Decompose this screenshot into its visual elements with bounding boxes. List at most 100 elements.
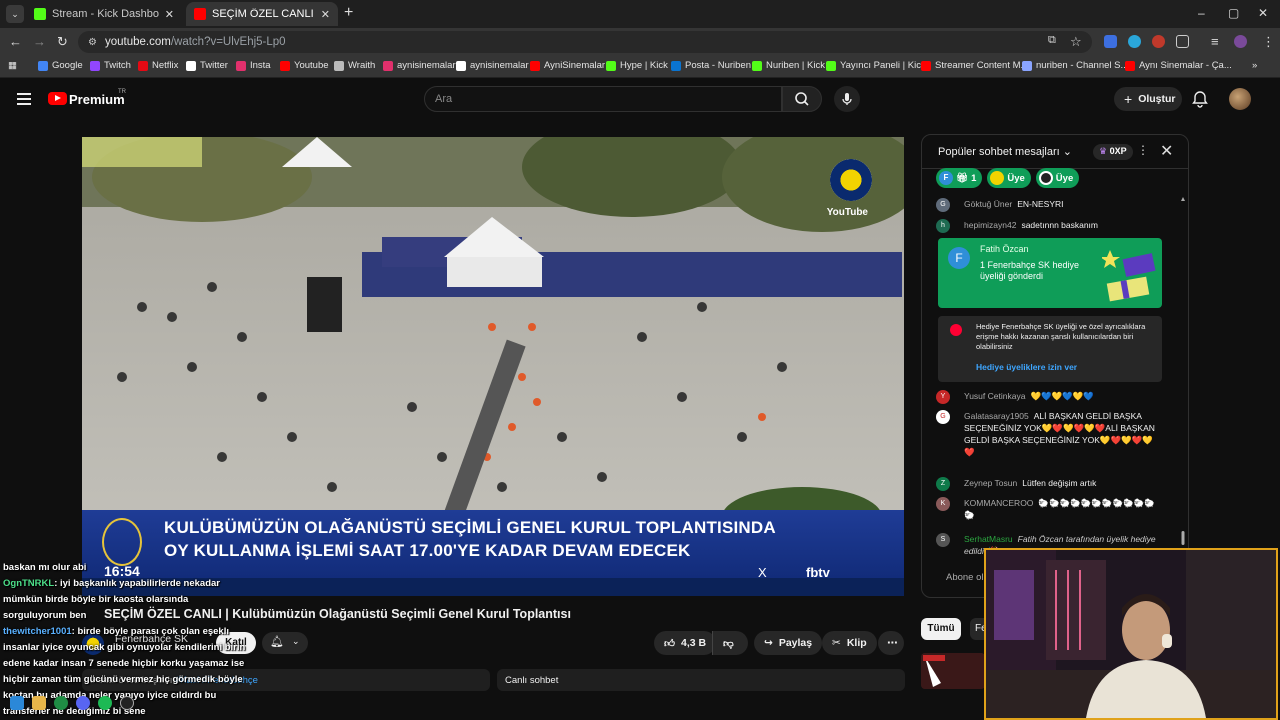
search-input[interactable]: Ara (424, 86, 782, 112)
badge-gift-count[interactable]: F 🎁︎ 1 (936, 168, 983, 188)
spotify-icon[interactable] (98, 696, 112, 710)
xp-badge[interactable]: ♛ 0XP (1093, 144, 1133, 160)
chat-message[interactable]: G Galatasaray1905 ALİ BAŞKAN GELDİ BAŞKA … (936, 410, 1156, 458)
dislike-button[interactable]: 👎︎ (712, 631, 748, 655)
site-info-icon[interactable]: ⚙ (88, 37, 97, 48)
badge-member-2[interactable]: Üye (1035, 168, 1080, 188)
browser-menu-icon[interactable]: ⋮ (1262, 34, 1275, 50)
discord-icon[interactable] (76, 696, 90, 710)
address-bar[interactable]: ⚙ youtube.com/watch?v=UlvEhj5-Lp0 (78, 31, 1092, 53)
minimize-button[interactable]: – (1198, 6, 1205, 20)
close-chat-icon[interactable]: ✕ (1160, 141, 1173, 161)
bookmark-item[interactable]: aynisinemalar (456, 60, 529, 71)
related-video-thumbnail[interactable] (921, 653, 985, 689)
bookmark-item[interactable]: Wraith (334, 60, 375, 71)
chat-more-icon[interactable]: ⋮ (1137, 143, 1149, 157)
install-app-icon[interactable]: ⧉ (1048, 34, 1056, 47)
chat-author[interactable]: KOMMANCEROO (964, 498, 1033, 508)
folder-icon[interactable] (32, 696, 46, 710)
tab-youtube-video[interactable]: SEÇİM ÖZEL CANLI | Kulübü ✕ (186, 2, 338, 26)
bookmark-item[interactable]: Youtube (280, 60, 329, 71)
video-player[interactable]: YouTube KULÜBÜMÜZÜN OLAĞANÜSTÜ SEÇİMLİ G… (82, 137, 904, 596)
bookmark-label: Posta - Nuriben (685, 60, 752, 71)
bookmark-item[interactable]: AyniSinemalar (530, 60, 605, 71)
chrome-icon[interactable] (54, 696, 68, 710)
tab-title: Stream - Kick Dashboard (52, 8, 159, 20)
more-bookmarks-icon[interactable]: » (1252, 60, 1257, 71)
voice-search-button[interactable] (834, 86, 860, 112)
badge-member-1[interactable]: Üye (987, 168, 1031, 188)
chat-author[interactable]: hepimizayn42 (964, 220, 1016, 230)
extension-shield-icon[interactable] (1104, 35, 1117, 48)
bookmark-star-icon[interactable]: ☆ (1070, 34, 1082, 50)
bookmark-item[interactable]: nuriben - Channel S... (1022, 60, 1128, 71)
menu-hamburger-icon[interactable] (17, 93, 31, 105)
clip-button[interactable]: ✂ Klip (822, 631, 877, 655)
close-tab-icon[interactable]: ✕ (165, 8, 174, 21)
tab-search-button[interactable]: ⌄ (6, 5, 24, 23)
live-chat-replay-box[interactable]: Canlı sohbet (497, 669, 905, 691)
chat-scrollbar[interactable] (1181, 197, 1185, 547)
bookmark-favicon-icon (90, 60, 100, 71)
chat-author[interactable]: Göktuğ Üner (964, 199, 1012, 209)
reload-icon[interactable]: ↻ (57, 34, 68, 50)
extensions-puzzle-icon[interactable] (1176, 35, 1189, 48)
new-tab-button[interactable]: + (344, 4, 353, 22)
bookmark-item[interactable]: Twitter (186, 60, 228, 71)
chat-author[interactable]: Galatasaray1905 (964, 411, 1029, 421)
chat-message[interactable]: Y Yusuf Cetinkaya 💛💙💛💙💛💙 (936, 390, 1166, 404)
maximize-button[interactable]: ▢ (1228, 6, 1239, 20)
search-button[interactable] (782, 86, 822, 112)
bookmark-item[interactable]: Streamer Content M... (921, 60, 1028, 71)
bookmark-favicon-icon (38, 60, 48, 71)
profile-icon[interactable] (1234, 35, 1247, 48)
bookmark-item[interactable]: Google (38, 60, 83, 71)
allow-gifts-link[interactable]: Hediye üyeliklere izin ver (976, 362, 1077, 372)
gifter-name[interactable]: Fatih Özcan (980, 244, 1029, 254)
chat-message[interactable]: G Göktuğ Üner EN-NESYRI (936, 198, 1166, 212)
chat-author[interactable]: Zeynep Tosun (964, 478, 1017, 488)
tab-kick-dashboard[interactable]: Stream - Kick Dashboard ✕ (26, 2, 182, 26)
chat-message[interactable]: K KOMMANCEROO 🐑🐑🐑🐑🐑🐑🐑🐑🐑🐑🐑🐑 (936, 497, 1156, 521)
bookmark-item[interactable]: Twitch (90, 60, 131, 71)
back-icon[interactable]: ← (9, 34, 22, 49)
youtube-logo-icon[interactable] (48, 92, 67, 105)
create-button[interactable]: + Oluştur (1114, 87, 1182, 111)
bookmark-item[interactable]: Insta (236, 60, 271, 71)
share-icon: ↪ (764, 637, 773, 649)
apps-grid-icon[interactable]: ▦ (8, 60, 17, 71)
notifications-bell-icon[interactable] (1192, 90, 1208, 108)
bookmark-item[interactable]: Posta - Nuriben (671, 60, 751, 71)
bookmark-item[interactable]: Netflix (138, 60, 178, 71)
bookmark-item[interactable]: Nuriben | Kick (752, 60, 825, 71)
chat-mode-dropdown[interactable]: Popüler sohbet mesajları ⌄ (938, 145, 1072, 158)
bookmark-label: Youtube (294, 60, 329, 71)
related-tab-all[interactable]: Tümü (921, 618, 961, 640)
bookmark-item[interactable]: Hype | Kick (606, 60, 668, 71)
account-avatar[interactable] (1229, 88, 1251, 110)
like-button[interactable]: 👍︎ 4,3 B (654, 631, 717, 655)
tab-list-icon[interactable]: ≡ (1211, 34, 1219, 49)
bookmark-item[interactable]: Yayıncı Paneli | Kick (826, 60, 926, 71)
more-actions-button[interactable]: ⋯ (878, 631, 904, 655)
chat-message[interactable]: Z Zeynep Tosun Lütfen değişim artık (936, 477, 1166, 491)
bookmark-item[interactable]: aynisinemalar (383, 60, 456, 71)
bookmark-item[interactable]: Aynı Sinemalar - Ça... (1125, 60, 1232, 71)
window-close-button[interactable]: ✕ (1258, 6, 1268, 20)
youtube-brand[interactable]: Premium (69, 92, 125, 107)
chat-author[interactable]: SerhatMasru (964, 534, 1013, 544)
windows-start-icon[interactable] (10, 696, 24, 710)
badge-avatar: F (939, 171, 953, 185)
forward-icon[interactable]: → (33, 34, 46, 49)
chat-message[interactable]: h hepimizayn42 sadetınnn baskanım (936, 219, 1166, 233)
extension-globe-icon[interactable] (1128, 35, 1141, 48)
obs-icon[interactable] (120, 696, 134, 710)
close-tab-icon[interactable]: ✕ (321, 8, 330, 21)
bookmark-favicon-icon (138, 60, 148, 71)
fbtv-logo: fbtv (806, 565, 830, 580)
overlay-chat-user: OgnTNRKL (3, 578, 55, 589)
share-button[interactable]: ↪ Paylaş (754, 631, 823, 655)
extension-red-icon[interactable] (1152, 35, 1165, 48)
chat-author[interactable]: Yusuf Cetinkaya (964, 391, 1025, 401)
chat-avatar: G (936, 198, 950, 212)
